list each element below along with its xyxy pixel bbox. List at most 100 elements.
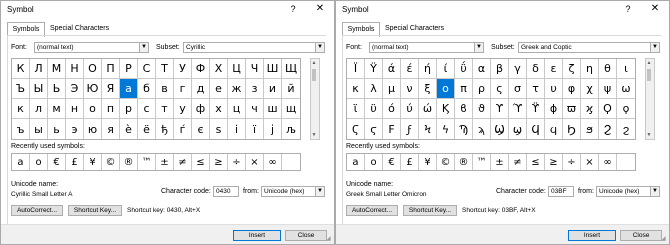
symbol-cell[interactable]: М: [48, 59, 66, 79]
help-button[interactable]: ?: [623, 4, 633, 14]
symbol-cell[interactable]: е: [210, 79, 228, 99]
symbol-cell[interactable]: ώ: [419, 99, 437, 119]
symbol-cell[interactable]: Ϥ: [527, 119, 545, 139]
symbol-cell[interactable]: ј: [264, 119, 282, 139]
character-code-input[interactable]: 03BF: [548, 186, 574, 197]
symbol-cell[interactable]: ё: [138, 119, 156, 139]
close-icon[interactable]: ✕: [649, 3, 661, 14]
symbol-cell[interactable]: ѕ: [210, 119, 228, 139]
subset-select[interactable]: Cyrillic ▼: [183, 42, 325, 53]
symbol-cell[interactable]: ϓ: [509, 99, 527, 119]
symbol-cell[interactable]: π: [455, 79, 473, 99]
recent-symbol-cell[interactable]: ÷: [563, 154, 581, 170]
resize-grip-icon[interactable]: ◢: [326, 236, 332, 242]
close-icon[interactable]: ✕: [314, 3, 326, 14]
symbol-cell[interactable]: ι: [617, 59, 635, 79]
symbol-cell[interactable]: β: [491, 59, 509, 79]
symbol-cell[interactable]: σ: [509, 79, 527, 99]
recent-symbol-cell[interactable]: о: [365, 154, 383, 170]
symbol-cell[interactable]: л: [30, 99, 48, 119]
recent-symbol-cell[interactable]: ™: [138, 154, 156, 170]
symbol-grid[interactable]: ΪΫάέήίΰαβγδεζηθι κλμνξοπρςστυφχψω ϊϋόύώϏϐϑ…: [346, 58, 636, 140]
symbol-cell[interactable]: с: [138, 99, 156, 119]
symbol-cell[interactable]: χ: [581, 79, 599, 99]
recent-symbol-cell[interactable]: ×: [246, 154, 264, 170]
tab-special-characters[interactable]: Special Characters: [382, 22, 444, 36]
symbol-cell[interactable]: н: [66, 99, 84, 119]
recent-symbol-cell[interactable]: ©: [102, 154, 120, 170]
symbol-cell[interactable]: ο: [437, 79, 455, 99]
scroll-up-icon[interactable]: ▲: [646, 59, 652, 67]
symbol-cell[interactable]: Ϛ: [347, 119, 365, 139]
symbol-cell[interactable]: х: [210, 99, 228, 119]
symbol-cell[interactable]: ϝ: [401, 119, 419, 139]
recent-symbol-cell[interactable]: £: [401, 154, 419, 170]
symbol-cell[interactable]: ε: [545, 59, 563, 79]
symbol-cell[interactable]: і: [228, 119, 246, 139]
symbol-cell[interactable]: ѐ: [120, 119, 138, 139]
symbol-cell[interactable]: в: [156, 79, 174, 99]
symbol-cell[interactable]: й: [282, 79, 300, 99]
symbol-cell[interactable]: ϙ: [617, 99, 635, 119]
recent-symbol-cell[interactable]: ®: [455, 154, 473, 170]
recent-symbol-cell[interactable]: ¥: [419, 154, 437, 170]
recent-symbols[interactable]: а о € £ ¥ © ® ™ ± ≠ ≤ ≥ ÷ × ∞: [11, 153, 301, 171]
symbol-cell[interactable]: Ч: [246, 59, 264, 79]
symbol-cell[interactable]: φ: [563, 79, 581, 99]
symbol-cell[interactable]: Я: [102, 79, 120, 99]
symbol-cell[interactable]: љ: [282, 119, 300, 139]
symbol-cell[interactable]: Ь: [48, 79, 66, 99]
symbol-cell[interactable]: Р: [120, 59, 138, 79]
symbol-cell[interactable]: έ: [401, 59, 419, 79]
symbol-cell[interactable]: П: [102, 59, 120, 79]
symbol-cell[interactable]: ш: [264, 99, 282, 119]
subset-select[interactable]: Greek and Coptic ▼: [518, 42, 660, 53]
symbol-cell[interactable]: ы: [30, 119, 48, 139]
symbol-cell[interactable]: м: [48, 99, 66, 119]
symbol-cell[interactable]: г: [174, 79, 192, 99]
symbol-cell[interactable]: ч: [246, 99, 264, 119]
symbol-cell[interactable]: С: [138, 59, 156, 79]
character-code-input[interactable]: 0430: [213, 186, 239, 197]
font-select[interactable]: (normal text) ▼: [34, 42, 149, 53]
symbol-cell[interactable]: ψ: [599, 79, 617, 99]
symbol-cell[interactable]: а: [120, 79, 138, 99]
symbol-cell[interactable]: к: [12, 99, 30, 119]
symbol-cell[interactable]: О: [84, 59, 102, 79]
symbol-cell[interactable]: ή: [419, 59, 437, 79]
symbol-cell[interactable]: Т: [156, 59, 174, 79]
symbol-cell[interactable]: Ϙ: [599, 99, 617, 119]
symbol-cell[interactable]: Ы: [30, 79, 48, 99]
symbol-cell[interactable]: τ: [527, 79, 545, 99]
symbol-cell[interactable]: υ: [545, 79, 563, 99]
symbol-cell[interactable]: ς: [491, 79, 509, 99]
symbol-cell[interactable]: ϊ: [347, 99, 365, 119]
recent-symbol-cell[interactable]: [617, 154, 635, 170]
symbol-cell[interactable]: ф: [192, 99, 210, 119]
symbol-cell[interactable]: ї: [246, 119, 264, 139]
symbol-cell[interactable]: Ϝ: [383, 119, 401, 139]
insert-button[interactable]: Insert: [568, 230, 616, 241]
recent-symbol-cell[interactable]: ≤: [192, 154, 210, 170]
symbol-cell[interactable]: Ϣ: [491, 119, 509, 139]
symbol-cell[interactable]: ϔ: [527, 99, 545, 119]
recent-symbol-cell[interactable]: ¥: [84, 154, 102, 170]
insert-button[interactable]: Insert: [233, 230, 281, 241]
symbol-cell[interactable]: λ: [365, 79, 383, 99]
recent-symbol-cell[interactable]: ≥: [210, 154, 228, 170]
symbol-cell[interactable]: Э: [66, 79, 84, 99]
from-select[interactable]: Unicode (hex) ▼: [261, 186, 325, 197]
recent-symbol-cell[interactable]: ™: [473, 154, 491, 170]
symbol-cell[interactable]: Ц: [228, 59, 246, 79]
symbol-cell[interactable]: ύ: [401, 99, 419, 119]
symbol-cell[interactable]: Ϡ: [455, 119, 473, 139]
symbol-cell[interactable]: д: [192, 79, 210, 99]
symbol-cell[interactable]: ό: [383, 99, 401, 119]
symbol-cell[interactable]: ж: [228, 79, 246, 99]
symbol-cell[interactable]: ϧ: [581, 119, 599, 139]
symbol-cell[interactable]: б: [138, 79, 156, 99]
shortcut-key-button[interactable]: Shortcut Key...: [403, 205, 457, 216]
symbol-cell[interactable]: ϥ: [545, 119, 563, 139]
scroll-down-icon[interactable]: ▼: [311, 131, 317, 139]
symbol-cell[interactable]: Ϧ: [563, 119, 581, 139]
